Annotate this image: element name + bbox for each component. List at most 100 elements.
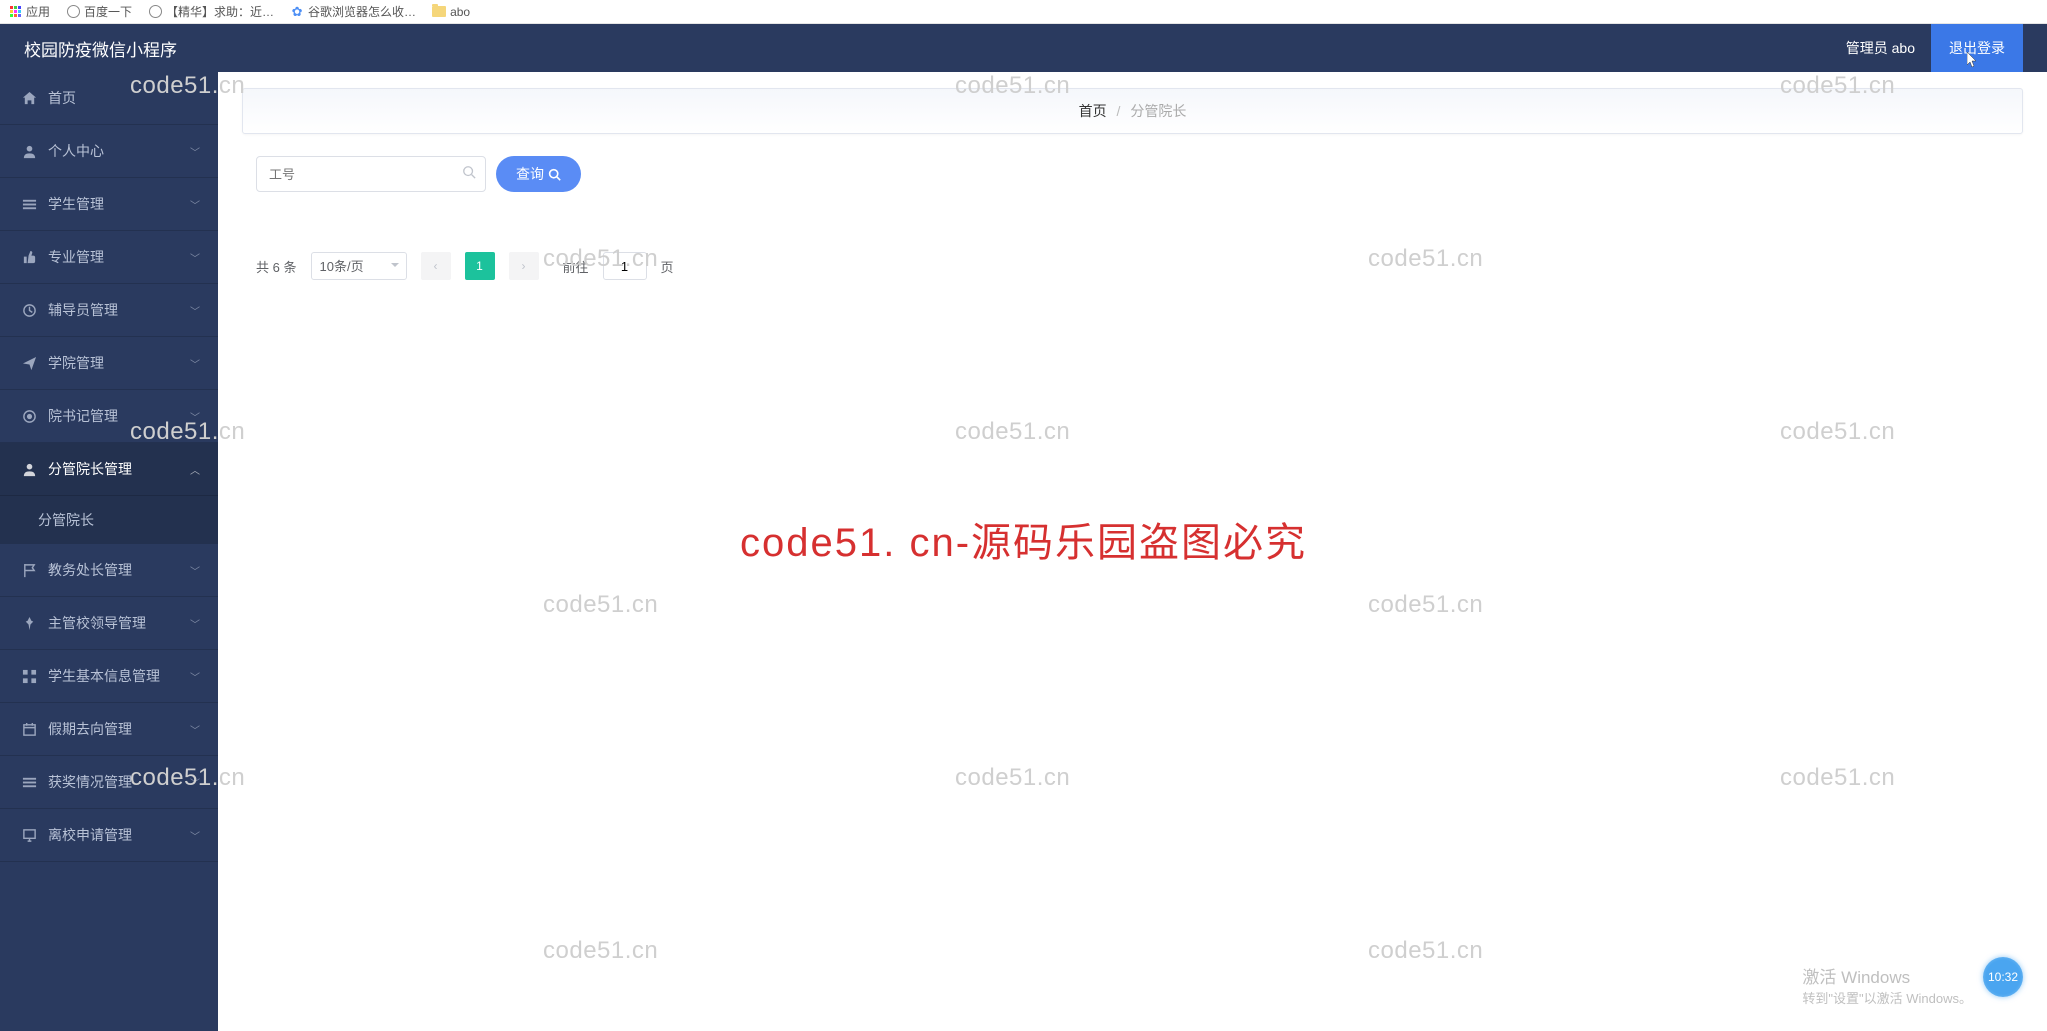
query-button[interactable]: 查询 (496, 156, 581, 192)
sidebar-item-label: 院书记管理 (48, 406, 118, 426)
chevron-down-icon: ﹀ (190, 616, 200, 631)
sidebar-item-major[interactable]: 专业管理 ﹀ (0, 231, 218, 284)
sidebar-item-leave[interactable]: 离校申请管理 ﹀ (0, 809, 218, 862)
target-icon (20, 409, 38, 424)
chevron-down-icon: ﹀ (190, 828, 200, 843)
thumb-icon (20, 250, 38, 265)
sidebar-item-secretary[interactable]: 院书记管理 ﹀ (0, 390, 218, 443)
breadcrumb: 首页 / 分管院长 (1079, 103, 1187, 119)
sidebar-item-home[interactable]: 首页 (0, 72, 218, 125)
home-icon (20, 91, 38, 106)
page-size-select[interactable]: 10条/页 (311, 252, 407, 280)
activate-line2: 转到"设置"以激活 Windows。 (1802, 988, 1972, 1007)
globe-icon (66, 5, 80, 19)
search-input[interactable] (256, 156, 486, 192)
logout-button[interactable]: 退出登录 (1931, 24, 2023, 72)
bookmark-label: 【精华】求助：近… (166, 3, 274, 20)
sidebar-item-label: 假期去向管理 (48, 719, 132, 739)
list-icon (20, 197, 38, 212)
chevron-down-icon: ﹀ (190, 563, 200, 578)
bookmark-label: abo (450, 5, 470, 19)
chevron-down-icon: ﹀ (190, 356, 200, 371)
header-right: 管理员 abo 退出登录 (1846, 24, 2023, 72)
paw-icon: ✿ (290, 5, 304, 19)
admin-label: 管理员 abo (1846, 38, 1915, 58)
folder-icon (432, 5, 446, 19)
sidebar-item-awards[interactable]: 获奖情况管理 ﹀ (0, 756, 218, 809)
goto-page-input[interactable] (603, 252, 647, 280)
sidebar-item-school-leader[interactable]: 主管校领导管理 ﹀ (0, 597, 218, 650)
bookmark-label: 谷歌浏览器怎么收… (308, 3, 416, 20)
sidebar: 首页 个人中心 ﹀ 学生管理 ﹀ 专业管理 ﹀ 辅导员管理 ﹀ 学院管理 ﹀ 院… (0, 72, 218, 1031)
user-icon (20, 462, 38, 477)
sidebar-item-college[interactable]: 学院管理 ﹀ (0, 337, 218, 390)
activate-windows: 激活 Windows 转到"设置"以激活 Windows。 (1802, 963, 1972, 1007)
app-header: 校园防疫微信小程序 管理员 abo 退出登录 (0, 24, 2047, 72)
sidebar-item-profile[interactable]: 个人中心 ﹀ (0, 125, 218, 178)
sidebar-item-label: 主管校领导管理 (48, 613, 146, 633)
sidebar-item-label: 学生管理 (48, 194, 104, 214)
bookmark-item[interactable]: 百度一下 (66, 3, 132, 20)
clock-icon (20, 303, 38, 318)
search-icon (548, 168, 561, 181)
goto-label: 前往 (563, 257, 589, 276)
app-title: 校园防疫微信小程序 (24, 36, 1846, 61)
sidebar-item-students[interactable]: 学生管理 ﹀ (0, 178, 218, 231)
search-input-wrap (256, 156, 486, 192)
list-icon (20, 775, 38, 790)
sidebar-item-label: 获奖情况管理 (48, 772, 132, 792)
bookmark-label: 应用 (26, 3, 50, 20)
page-suffix: 页 (661, 257, 674, 276)
globe-icon (148, 5, 162, 19)
send-icon (20, 356, 38, 371)
pin-icon (20, 616, 38, 631)
chevron-down-icon: ﹀ (190, 197, 200, 212)
pagination-total: 共 6 条 (256, 257, 297, 276)
next-page-button[interactable]: › (509, 252, 539, 280)
breadcrumb-home[interactable]: 首页 (1079, 103, 1107, 119)
sidebar-item-dean-office[interactable]: 教务处长管理 ﹀ (0, 544, 218, 597)
breadcrumb-card: 首页 / 分管院长 (242, 88, 2023, 134)
sidebar-item-counselor[interactable]: 辅导员管理 ﹀ (0, 284, 218, 337)
sidebar-item-label: 个人中心 (48, 141, 104, 161)
chevron-down-icon: ﹀ (190, 144, 200, 159)
page-number-button[interactable]: 1 (465, 252, 495, 280)
bookmark-item[interactable]: 【精华】求助：近… (148, 3, 274, 20)
breadcrumb-separator: / (1117, 103, 1121, 119)
calendar-icon (20, 722, 38, 737)
chevron-down-icon: ﹀ (190, 722, 200, 737)
sidebar-item-label: 分管院长管理 (48, 459, 132, 479)
sidebar-item-label: 辅导员管理 (48, 300, 118, 320)
sidebar-item-vice-dean[interactable]: 分管院长管理 ︿ (0, 443, 218, 496)
prev-page-button[interactable]: ‹ (421, 252, 451, 280)
chevron-down-icon: ﹀ (190, 250, 200, 265)
sidebar-subitem-vice-dean[interactable]: 分管院长 (0, 496, 218, 544)
monitor-icon (20, 828, 38, 843)
chevron-down-icon: ﹀ (190, 303, 200, 318)
sidebar-item-student-info[interactable]: 学生基本信息管理 ﹀ (0, 650, 218, 703)
main-content: 首页 / 分管院长 查询 共 6 条 10条/页 ‹ 1 › 前往 (218, 72, 2047, 1031)
activate-line1: 激活 Windows (1802, 963, 1972, 988)
sidebar-item-label: 专业管理 (48, 247, 104, 267)
screen-record-badge: 10:32 (1983, 957, 2023, 997)
flag-icon (20, 563, 38, 578)
bookmark-apps[interactable]: 应用 (8, 3, 50, 20)
chevron-up-icon: ︿ (190, 462, 200, 477)
pagination: 共 6 条 10条/页 ‹ 1 › 前往 页 (242, 252, 2023, 308)
bookmark-item[interactable]: abo (432, 5, 470, 19)
search-icon (462, 165, 476, 179)
sidebar-item-holiday[interactable]: 假期去向管理 ﹀ (0, 703, 218, 756)
chevron-down-icon: ﹀ (190, 409, 200, 424)
sidebar-item-label: 学生基本信息管理 (48, 666, 160, 686)
chevron-down-icon: ﹀ (190, 669, 200, 684)
apps-icon (8, 5, 22, 19)
sidebar-sub-label: 分管院长 (38, 512, 94, 528)
browser-bookmarks-bar: 应用 百度一下 【精华】求助：近… ✿ 谷歌浏览器怎么收… abo (0, 0, 2047, 24)
page-size-select-wrap: 10条/页 (311, 252, 407, 280)
user-icon (20, 144, 38, 159)
chevron-down-icon: ﹀ (190, 775, 200, 790)
grid-icon (20, 669, 38, 684)
bookmark-label: 百度一下 (84, 3, 132, 20)
bookmark-item[interactable]: ✿ 谷歌浏览器怎么收… (290, 3, 416, 20)
sidebar-item-label: 学院管理 (48, 353, 104, 373)
